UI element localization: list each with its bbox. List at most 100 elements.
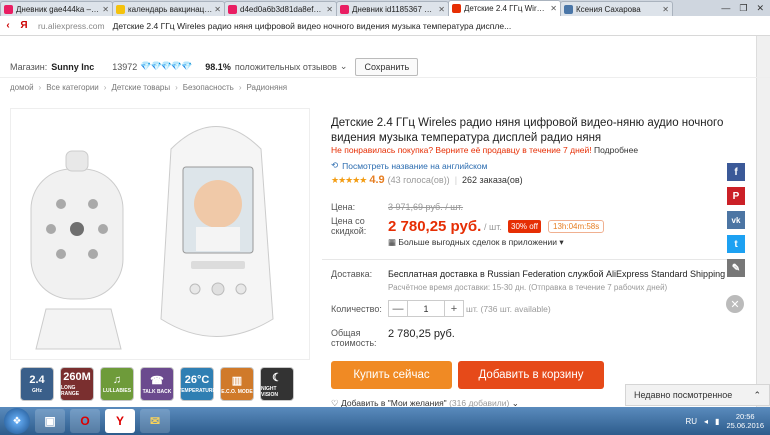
discount-price-label: Цена со скидкой:	[331, 216, 367, 236]
rating-votes[interactable]: (43 голоса(ов))	[388, 175, 450, 185]
return-policy-text: Не понравилась покупка? Верните её прода…	[331, 145, 638, 155]
language-indicator[interactable]: RU	[685, 417, 697, 426]
tab-close-icon[interactable]: ✕	[662, 5, 669, 14]
vk-icon[interactable]: vk	[727, 211, 745, 229]
system-tray: RU ◂ ▮ 20:56 25.06.2016	[685, 412, 770, 430]
yandex-logo-icon[interactable]: Я	[16, 18, 32, 34]
product-main-image[interactable]	[10, 108, 310, 360]
feature-thumbnail-caption: GHz	[32, 388, 42, 394]
clock-date: 25.06.2016	[726, 421, 764, 430]
increase-button[interactable]: +	[445, 301, 463, 316]
chevron-down-icon[interactable]: ⌄	[340, 61, 348, 72]
app-deals-label: Больше выгодных сделок в приложении ▾	[398, 237, 564, 247]
feature-thumbnail-value: ☎	[150, 374, 164, 387]
buy-now-button[interactable]: Купить сейчас	[331, 361, 452, 389]
browser-tab[interactable]: Ксения Сахарова ✕	[560, 1, 673, 16]
countdown-timer: 13h:04m:58s	[548, 220, 605, 233]
page-scrollbar[interactable]	[756, 36, 770, 407]
store-name[interactable]: Sunny Inc	[51, 62, 94, 72]
url-domain: ru.aliexpress.com	[38, 20, 105, 31]
tab-close-icon[interactable]: ✕	[326, 5, 333, 14]
feature-thumbnail-value: ♫	[112, 374, 122, 386]
back-icon[interactable]: ‹	[0, 18, 16, 34]
close-icon[interactable]: ✕	[756, 3, 764, 14]
close-share-icon[interactable]: ✕	[726, 295, 744, 313]
feature-thumbnail[interactable]: 260M LONG RANGE	[60, 367, 94, 401]
divider: |	[454, 175, 458, 185]
breadcrumb-link[interactable]: Радионяня	[246, 83, 287, 92]
tab-title: d4ed0a6b3d81da8efc721a	[240, 4, 324, 14]
tab-close-icon[interactable]: ✕	[102, 5, 109, 14]
app-icon[interactable]: ✉	[140, 409, 170, 433]
network-icon[interactable]: ▮	[715, 417, 719, 426]
baby-monitor-image	[30, 126, 274, 350]
tab-close-icon[interactable]: ✕	[438, 5, 445, 14]
feature-thumbnail[interactable]: 26°C TEMPERATURE	[178, 367, 216, 401]
breadcrumb-link[interactable]: Безопасность	[183, 83, 234, 92]
breadcrumb-link[interactable]: Детские товары	[111, 83, 170, 92]
feature-thumbnail[interactable]: ☎ TALK BACK	[140, 367, 174, 401]
breadcrumb-separator-icon: ›	[38, 83, 42, 92]
feature-thumbnail-caption: LULLABIES	[102, 388, 132, 394]
pinterest-icon[interactable]: P	[727, 187, 745, 205]
feature-thumbnail-caption: E.C.O. MODE	[221, 388, 253, 395]
minimize-icon[interactable]: —	[721, 3, 730, 13]
tab-title: Ксения Сахарова	[576, 4, 641, 14]
start-button[interactable]: ❖	[4, 408, 30, 434]
feature-thumbnails: 2.4 GHz 260M LONG RANGE ♫ LULLABIES ☎ TALK BACK…	[20, 367, 294, 401]
breadcrumb-separator-icon: ›	[175, 83, 178, 92]
more-link[interactable]: Подробнее	[594, 145, 638, 155]
breadcrumb-link[interactable]: домой	[10, 83, 34, 92]
breadcrumb-link[interactable]: Все категории	[46, 83, 99, 92]
availability-text: шт. (736 шт. available)	[466, 304, 551, 314]
feature-thumbnail[interactable]: ☾ NIGHT VISION	[260, 367, 294, 401]
tab-favicon-icon	[564, 4, 573, 14]
feature-thumbnail-caption: TALK BACK	[142, 388, 172, 395]
diamond-rank-icon: 💎💎💎💎💎	[140, 61, 192, 71]
tab-close-icon[interactable]: ✕	[214, 5, 221, 14]
tab-favicon-icon	[340, 4, 349, 14]
total-label: Общая стоимость:	[331, 328, 377, 348]
app-deals-link[interactable]: ▦ Больше выгодных сделок в приложении ▾	[388, 237, 564, 248]
feature-thumbnail-caption: LONG RANGE	[61, 385, 80, 397]
breadcrumb: домой › Все категории › Детские товары › Безоп…	[10, 83, 287, 92]
window-controls: — ❐ ✕	[721, 0, 770, 16]
url-page-title: Детские 2.4 ГГц Wireles радио няня цифро…	[112, 20, 512, 31]
decrease-button[interactable]: —	[389, 301, 407, 316]
rating-row: ★★★★★ 4.9 (43 голоса(ов)) | 262 заказа(о…	[331, 174, 523, 186]
clock[interactable]: 20:56 25.06.2016	[726, 412, 764, 430]
facebook-icon[interactable]: f	[727, 163, 745, 181]
feature-thumbnail[interactable]: ▥ E.C.O. MODE	[220, 367, 254, 401]
opera-icon[interactable]: O	[70, 409, 100, 433]
save-store-button[interactable]: Сохранить	[355, 57, 419, 76]
price-label: Цена:	[331, 202, 356, 212]
shipping-option[interactable]: Бесплатная доставка в Russian Federation…	[388, 269, 732, 280]
browser-tab[interactable]: Детские 2.4 ГГц Wireles ✕	[448, 0, 561, 16]
yandex-browser-icon[interactable]: Y	[105, 409, 135, 433]
translate-icon: ⟲	[331, 160, 339, 170]
recently-viewed-panel[interactable]: Недавно посмотренное ⌃	[625, 384, 770, 406]
store-positive-label[interactable]: положительных отзывов	[235, 62, 337, 72]
speaker-icon[interactable]: ◂	[704, 417, 708, 426]
browser-tab[interactable]: календарь вакцинации де✕	[112, 1, 225, 16]
quantity-input[interactable]: 1	[407, 301, 445, 316]
feature-thumbnail-value: 2.4	[29, 374, 45, 386]
url-field[interactable]: ru.aliexpress.com Детские 2.4 ГГц Wirele…	[32, 17, 517, 34]
tab-close-icon[interactable]: ✕	[550, 4, 557, 13]
maximize-icon[interactable]: ❐	[739, 3, 747, 14]
store-score: 13972	[112, 61, 138, 72]
store-bar: Магазин: Sunny Inc 13972 💎💎💎💎💎 98.1% пол…	[0, 56, 770, 78]
feature-thumbnail[interactable]: 2.4 GHz	[20, 367, 54, 401]
edit-icon[interactable]: ✎	[727, 259, 745, 277]
add-to-cart-button[interactable]: Добавить в корзину	[458, 361, 604, 389]
rating-value: 4.9	[369, 174, 385, 186]
feature-thumbnail[interactable]: ♫ LULLABIES	[100, 367, 134, 401]
twitter-icon[interactable]: t	[727, 235, 745, 253]
rating-stars-icon: ★★★★★	[331, 174, 367, 185]
browser-tab[interactable]: Дневник gae444ka – BabyBlog✕	[0, 1, 113, 16]
english-title-link[interactable]: ⟲ Посмотреть название на английском	[331, 160, 487, 171]
browser-tab[interactable]: Дневник id1185367 – Baby✕	[336, 1, 449, 16]
explorer-icon[interactable]: ▣	[35, 409, 65, 433]
browser-tab[interactable]: d4ed0a6b3d81da8efc721a✕	[224, 1, 337, 16]
tab-title: Дневник gae444ka – BabyBlog	[16, 4, 100, 14]
